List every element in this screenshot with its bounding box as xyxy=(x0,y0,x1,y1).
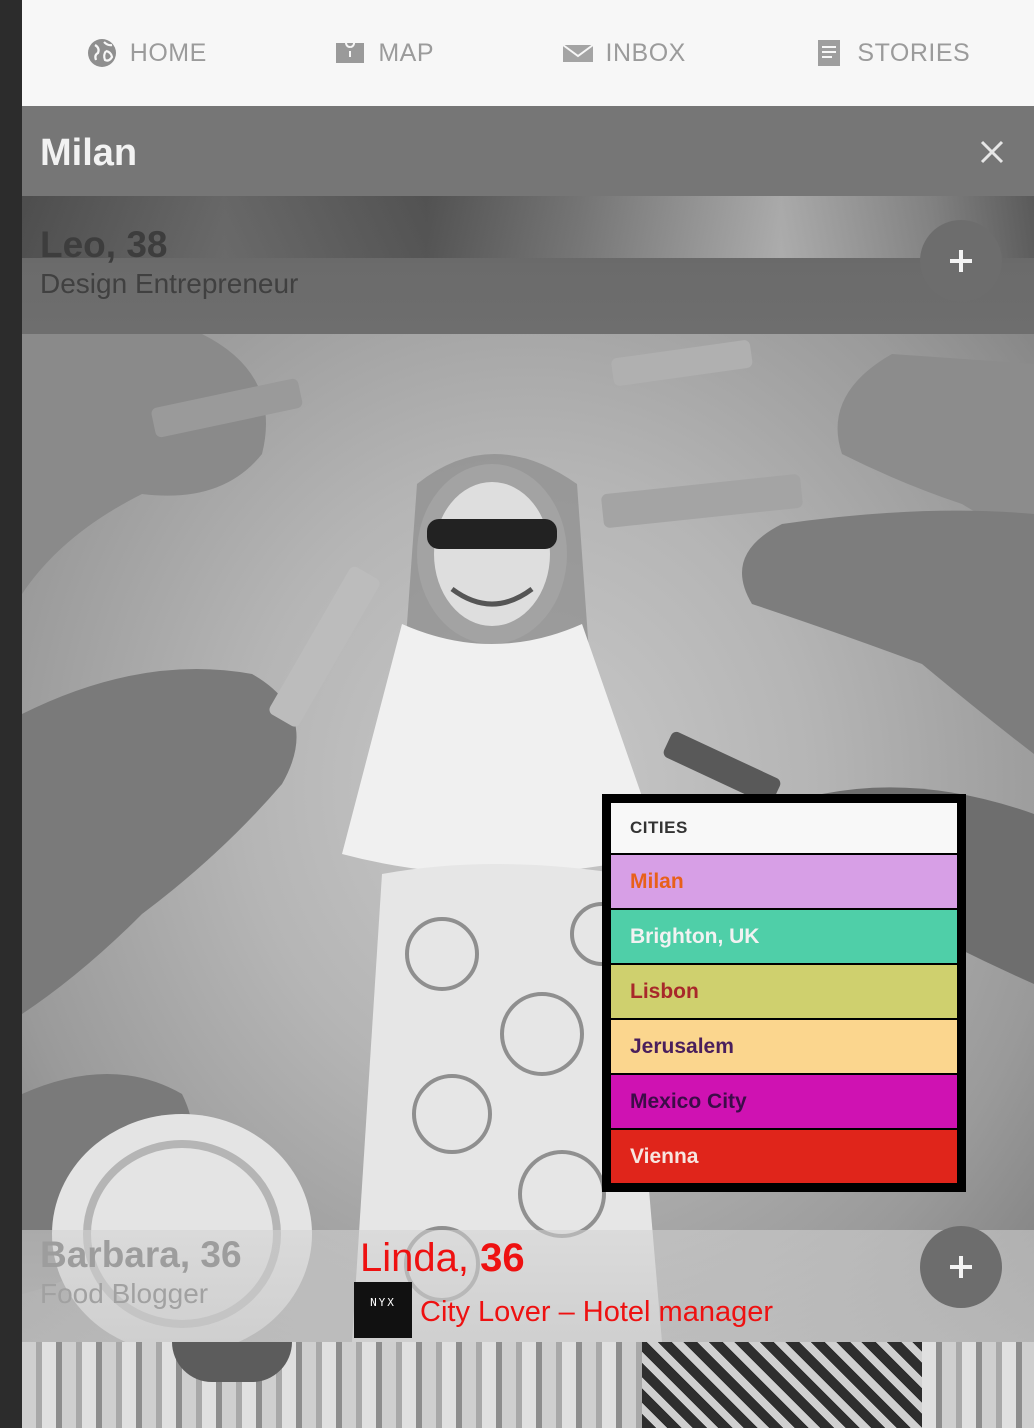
linda-age: 36 xyxy=(480,1236,525,1280)
profile-name: Barbara, 36 xyxy=(40,1234,242,1275)
nav-map[interactable]: MAP xyxy=(334,37,434,69)
city-item-lisbon[interactable]: Lisbon xyxy=(611,965,957,1018)
profile-photo-leo xyxy=(22,196,1034,258)
overlay-role-linda: City Lover – Hotel manager xyxy=(420,1296,773,1328)
nav-stories[interactable]: STORIES xyxy=(813,37,970,69)
logo-text: NYX xyxy=(370,1296,396,1309)
nav-inbox[interactable]: INBOX xyxy=(561,37,686,69)
globe-icon xyxy=(87,39,116,67)
close-icon[interactable] xyxy=(976,136,1008,168)
city-item-jerusalem[interactable]: Jerusalem xyxy=(611,1020,957,1073)
overlay-name-linda: Linda, 36 xyxy=(360,1236,525,1281)
envelope-icon xyxy=(561,44,594,62)
nav-home[interactable]: HOME xyxy=(86,37,207,69)
add-barbara-button[interactable] xyxy=(920,1226,1002,1308)
map-icon xyxy=(336,38,365,63)
city-item-mexico-city[interactable]: Mexico City xyxy=(611,1075,957,1128)
plus-icon xyxy=(950,1256,972,1278)
plus-icon xyxy=(950,250,972,272)
profile-role: Design Entrepreneur xyxy=(40,268,299,299)
top-nav: HOME MAP INBOX STORIES xyxy=(22,0,1034,106)
city-item-brighton-uk[interactable]: Brighton, UK xyxy=(611,910,957,963)
nav-inbox-label: INBOX xyxy=(605,38,686,67)
document-icon xyxy=(818,40,841,66)
cities-panel: CITIES Milan Brighton, UK Lisbon Jerusalem M… xyxy=(602,794,966,1192)
cities-heading: CITIES xyxy=(611,803,957,853)
city-item-milan[interactable]: Milan xyxy=(611,855,957,908)
nyx-logo: NYX xyxy=(354,1282,412,1338)
nav-map-label: MAP xyxy=(378,38,434,67)
profile-card-barbara[interactable]: Barbara, 36 Food Blogger Linda, 36 NYX C… xyxy=(22,1226,1034,1342)
add-leo-button[interactable] xyxy=(920,220,1002,302)
page-title: Milan xyxy=(40,132,138,174)
profile-role: Food Blogger xyxy=(40,1278,209,1309)
city-header: Milan xyxy=(22,106,1034,196)
city-item-vienna[interactable]: Vienna xyxy=(611,1130,957,1183)
nav-home-label: HOME xyxy=(129,38,207,67)
profile-photo-next xyxy=(22,1342,1034,1428)
cities-list: Milan Brighton, UK Lisbon Jerusalem Mexico C… xyxy=(611,855,957,1183)
profile-name: Leo, 38 xyxy=(40,224,168,265)
profile-card-leo[interactable]: Leo, 38 Design Entrepreneur xyxy=(22,196,1034,334)
linda-name-prefix: Linda, xyxy=(360,1236,469,1280)
nav-stories-label: STORIES xyxy=(857,38,971,67)
left-edge-strip xyxy=(0,0,22,1428)
